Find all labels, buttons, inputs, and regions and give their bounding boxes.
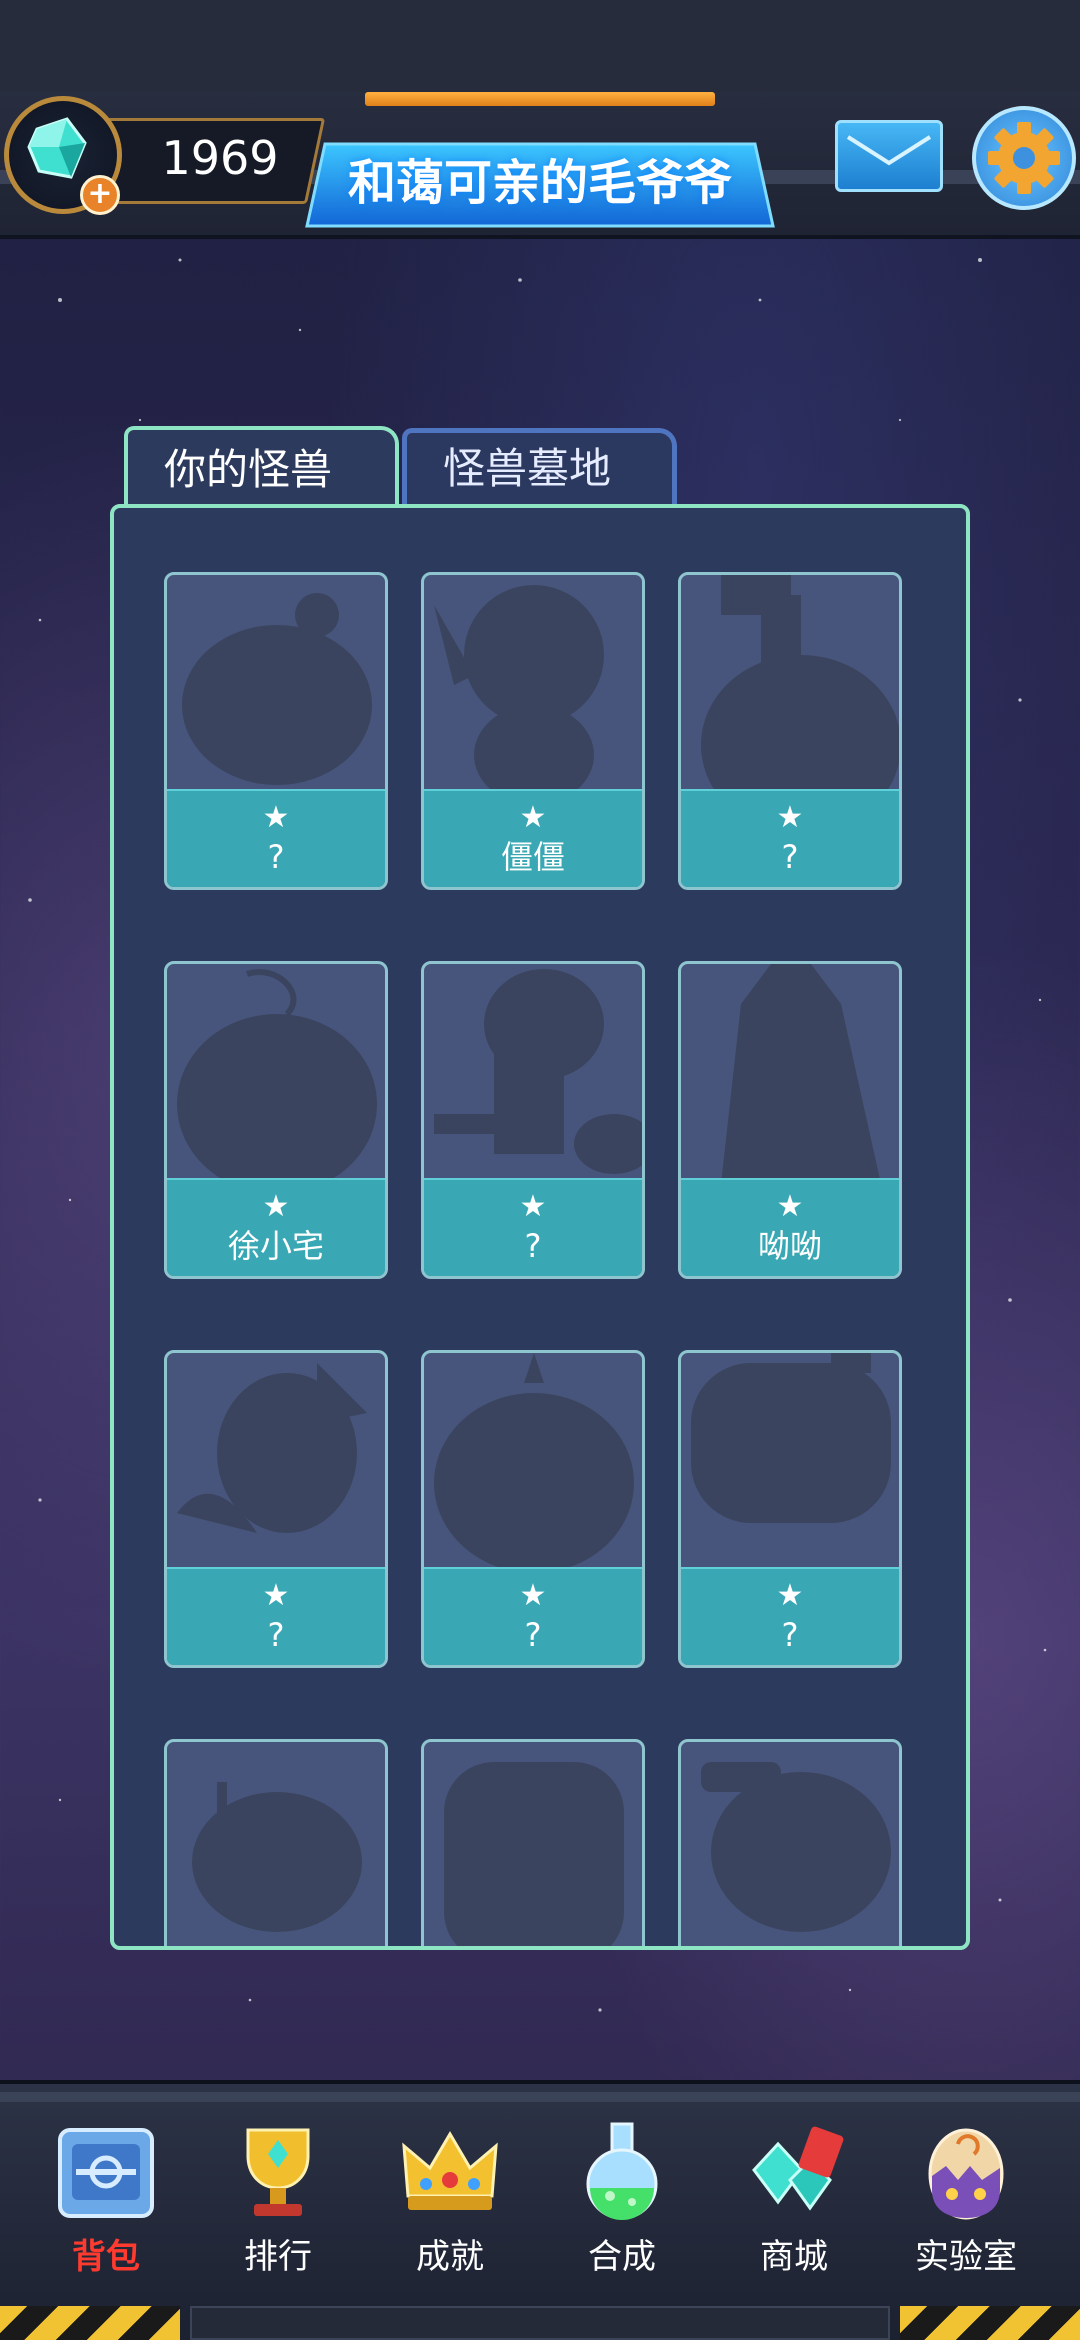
monster-silhouette [182,593,372,785]
nav-label-laboratory: 实验室 [915,2237,1017,2277]
monster-name: ? [267,838,285,876]
card-footer: ★ 呦呦 [681,1178,899,1276]
monster-card[interactable] [678,1739,902,1946]
monster-silhouette [434,1353,634,1571]
hazard-stripe-right [900,2306,1080,2340]
monster-name: ? [524,1616,542,1654]
monster-card[interactable]: ★? [164,572,388,890]
monster-silhouette [192,1782,362,1932]
star-rating: ★ [519,1578,547,1613]
egg-icon [928,2128,1004,2220]
monster-card[interactable]: 仅限时 [421,1739,645,1946]
monster-card[interactable]: ★? [421,1350,645,1668]
monster-card[interactable]: 仅合成 [164,1739,388,1946]
flask-icon [586,2122,658,2220]
bottom-rail [190,2306,890,2340]
player-name: 和蔼可亲的毛爷爷 [347,155,732,211]
trophy-icon [246,2128,310,2216]
star-rating: ★ [776,1189,804,1224]
monster-collection-panel[interactable]: ★?★僵僵★?★徐小宅★?★呦呦★?★?★?仅合成仅限时 [110,504,970,1950]
monster-card[interactable]: ★ 僵僵 [421,572,645,890]
monster-silhouette [177,969,377,1182]
monster-silhouette [721,964,881,1182]
card-footer: ★ 徐小宅 [167,1178,385,1276]
monster-silhouette [701,1762,891,1932]
nav-label-ranking: 排行 [244,2237,312,2277]
nav-synthesis[interactable]: 合成 [536,2110,708,2290]
card-footer: ★? [424,1567,642,1665]
settings-button[interactable] [972,106,1076,210]
monster-card[interactable]: ★? [164,1350,388,1668]
card-footer: ★? [681,789,899,887]
monster-name: ? [781,838,799,876]
monster-name: 徐小宅 [227,1227,324,1265]
monster-name: ? [267,1616,285,1654]
nav-laboratory[interactable]: 实验室 [880,2110,1052,2290]
star-rating: ★ [262,1189,290,1224]
currency-value: 1969 [161,131,279,185]
star-rating: ★ [776,800,804,835]
mail-button[interactable] [835,120,943,192]
nav-label-achievements: 成就 [416,2237,484,2277]
star-rating: ★ [519,1189,547,1224]
star-rating: ★ [262,1578,290,1613]
hazard-stripe-left [0,2306,180,2340]
monster-silhouette [434,585,604,793]
monster-name: 呦呦 [757,1227,822,1265]
nav-label-shop: 商城 [760,2237,828,2277]
backpack-icon [58,2128,154,2218]
nav-label-backpack: 背包 [72,2237,140,2277]
monster-name: ? [524,1227,542,1265]
card-footer: ★ 僵僵 [424,789,642,887]
monster-silhouette [701,575,899,793]
crown-icon [402,2131,498,2210]
card-footer: ★? [681,1567,899,1665]
monster-card[interactable]: ★ 呦呦 [678,961,902,1279]
monster-card[interactable]: ★ 徐小宅 [164,961,388,1279]
status-strip [0,0,1080,92]
nav-achievements[interactable]: 成就 [364,2110,536,2290]
monster-silhouette [177,1363,367,1533]
monster-card[interactable]: ★? [678,572,902,890]
star-rating: ★ [262,800,290,835]
nav-label-synthesis: 合成 [588,2237,656,2277]
monster-silhouette [691,1353,891,1523]
monster-card[interactable]: ★? [421,961,645,1279]
nav-shop[interactable]: 商城 [708,2110,880,2290]
mail-icon [846,135,932,166]
nav-backpack[interactable]: 背包 [20,2110,192,2290]
monster-card[interactable]: ★? [678,1350,902,1668]
monster-silhouette [434,969,642,1174]
monster-name: 僵僵 [500,838,565,876]
bottom-nav-rail [0,2092,1080,2102]
star-rating: ★ [776,1578,804,1613]
tab-monster-graveyard[interactable]: 怪兽墓地 [402,428,677,504]
card-footer: ★? [167,789,385,887]
header-accent-bar [365,92,715,106]
shop-gems-icon [752,2126,844,2211]
nav-ranking[interactable]: 排行 [192,2110,364,2290]
add-currency-button[interactable]: + [80,175,120,215]
star-rating: ★ [519,800,547,835]
monster-silhouette [444,1762,624,1946]
monster-name: ? [781,1616,799,1654]
card-footer: ★? [424,1178,642,1276]
card-footer: ★? [167,1567,385,1665]
gear-icon [988,122,1060,194]
